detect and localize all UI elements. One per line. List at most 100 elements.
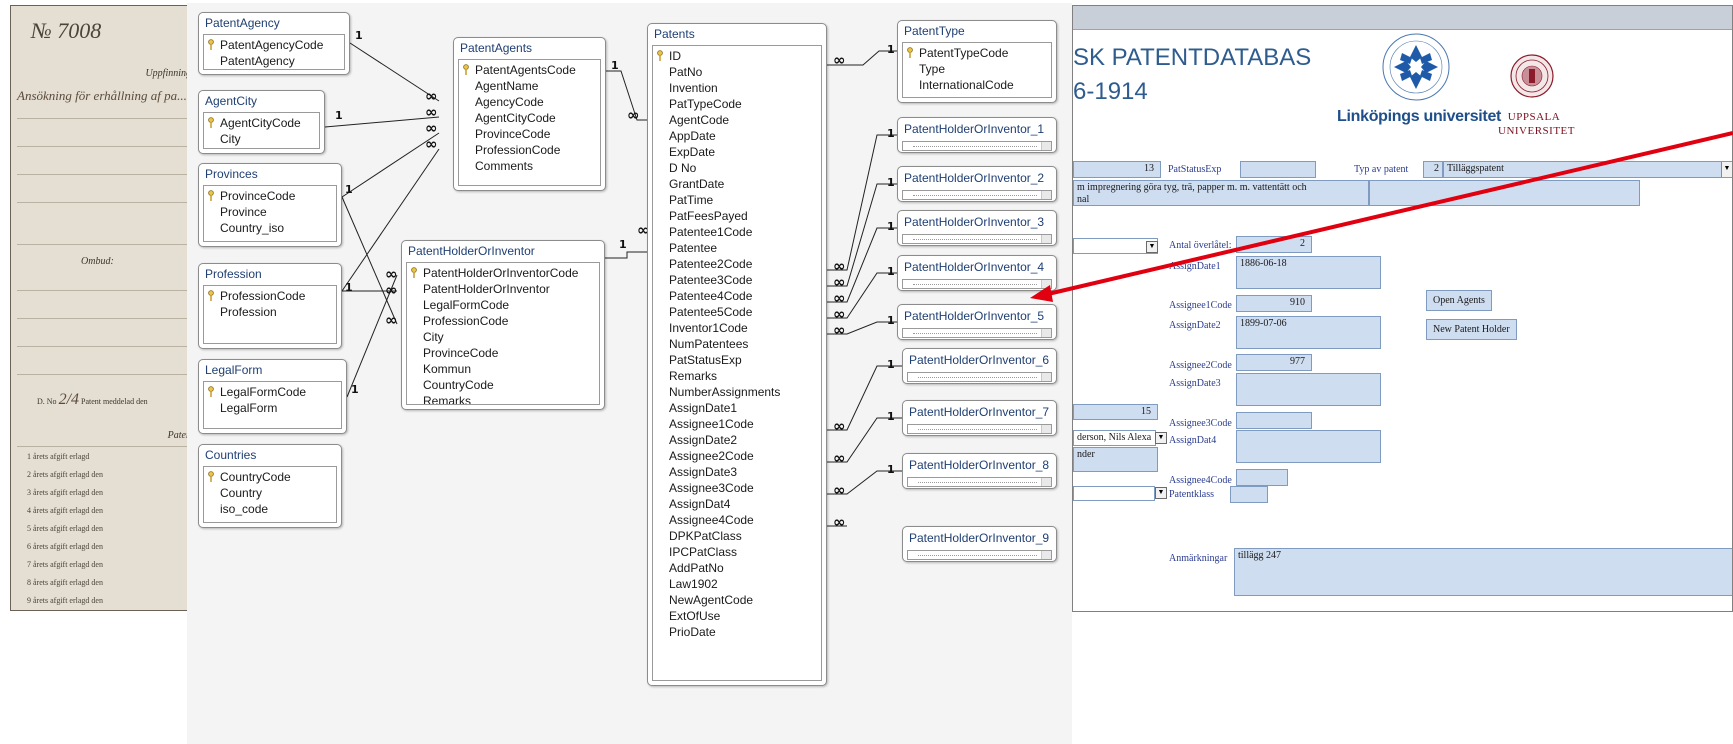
invention-field[interactable]: m impregnering göra tyg, trä, papper m. … — [1073, 180, 1369, 206]
table-field[interactable]: ProfessionCode — [204, 288, 336, 304]
table-profession[interactable]: Profession ProfessionCode Profession — [198, 263, 342, 349]
patentklass-select[interactable] — [1073, 486, 1155, 501]
vertical-scrollbar[interactable] — [1041, 425, 1051, 433]
table-field[interactable]: NumberAssignments — [653, 384, 821, 400]
table-field[interactable]: PatentHolderOrInventor — [407, 281, 599, 297]
table-field[interactable]: Assignee3Code — [653, 480, 821, 496]
table-field[interactable]: Inventor1Code — [653, 320, 821, 336]
table-holder-alias-6[interactable]: PatentHolderOrInventor_6 — [902, 348, 1057, 384]
table-field[interactable]: Type — [903, 61, 1051, 77]
table-field[interactable]: AgentCode — [653, 112, 821, 128]
pat-status-exp-field[interactable] — [1240, 161, 1316, 178]
open-agents-button[interactable]: Open Agents — [1426, 290, 1492, 311]
table-legal-form[interactable]: LegalForm LegalFormCode LegalForm — [198, 359, 347, 434]
table-field[interactable]: PatFeesPayed — [653, 208, 821, 224]
vertical-scrollbar[interactable] — [1041, 478, 1051, 486]
table-field[interactable]: LegalFormCode — [407, 297, 599, 313]
table-agent-city[interactable]: AgentCity AgentCityCode City — [198, 90, 325, 154]
assign-date1-field[interactable]: 1886-06-18 — [1236, 256, 1381, 289]
table-field[interactable]: Country_iso — [204, 220, 336, 236]
table-patent-holder-or-inventor[interactable]: PatentHolderOrInventor PatentHolderOrInv… — [401, 240, 605, 410]
table-field[interactable]: AssignDat4 — [653, 496, 821, 512]
table-field[interactable]: Patentee — [653, 240, 821, 256]
table-field[interactable]: Patentee2Code — [653, 256, 821, 272]
vertical-scrollbar[interactable] — [1041, 373, 1051, 381]
new-patent-holder-button[interactable]: New Patent Holder — [1426, 319, 1517, 340]
table-field[interactable]: PatentAgencyCode — [204, 37, 344, 53]
table-field[interactable]: AgentCityCode — [204, 115, 319, 131]
antal-overlatelser-field[interactable]: 2 — [1236, 236, 1312, 253]
assignee3-code-field[interactable] — [1236, 412, 1312, 429]
table-field[interactable]: Assignee1Code — [653, 416, 821, 432]
chevron-down-icon[interactable]: ▼ — [1155, 487, 1167, 499]
table-field[interactable]: InternationalCode — [903, 77, 1051, 93]
table-field[interactable]: AssignDate2 — [653, 432, 821, 448]
table-field[interactable]: ProfessionCode — [407, 313, 599, 329]
pat-type-code-field[interactable]: 2 — [1423, 161, 1443, 178]
table-provinces[interactable]: Provinces ProvinceCode Province Country_… — [198, 163, 342, 247]
table-field[interactable]: PatStatusExp — [653, 352, 821, 368]
table-field[interactable]: Patentee3Code — [653, 272, 821, 288]
chevron-down-icon[interactable]: ▼ — [1155, 432, 1167, 444]
table-field[interactable]: PatentHolderOrInventorCode — [407, 265, 599, 281]
table-field[interactable]: CountryCode — [407, 377, 599, 393]
vertical-scrollbar[interactable] — [1041, 280, 1051, 288]
table-field[interactable]: AgencyCode — [459, 94, 600, 110]
vertical-scrollbar[interactable] — [1041, 329, 1051, 337]
assign-date2-field[interactable]: 1899-07-06 — [1236, 316, 1381, 349]
table-field[interactable]: ProvinceCode — [459, 126, 600, 142]
assign-dat4-field[interactable] — [1236, 430, 1381, 463]
assignee4-code-field[interactable] — [1236, 469, 1288, 486]
patentee-select[interactable]: derson, Nils Alexa — [1073, 430, 1156, 446]
table-field[interactable]: LegalFormCode — [204, 384, 341, 400]
table-holder-alias-9[interactable]: PatentHolderOrInventor_9 — [902, 526, 1057, 562]
table-field[interactable]: Law1902 — [653, 576, 821, 592]
anmarkningar-field[interactable]: tillägg 247 — [1234, 548, 1732, 596]
table-field[interactable]: NewAgentCode — [653, 592, 821, 608]
table-field[interactable]: ProvinceCode — [407, 345, 599, 361]
table-patent-agents[interactable]: PatentAgents PatentAgentsCode AgentName … — [453, 37, 606, 191]
table-field[interactable]: Province — [204, 204, 336, 220]
table-field[interactable]: IPCPatClass — [653, 544, 821, 560]
table-field[interactable]: Invention — [653, 80, 821, 96]
table-field[interactable]: GrantDate — [653, 176, 821, 192]
table-field[interactable]: PatentAgency — [204, 53, 344, 69]
table-field[interactable]: Patentee1Code — [653, 224, 821, 240]
invention-field-extension[interactable] — [1369, 180, 1640, 206]
table-field[interactable]: Assignee2Code — [653, 448, 821, 464]
table-patents[interactable]: Patents ID PatNo Invention PatTypeCode A… — [647, 23, 827, 686]
table-field[interactable]: PatentTypeCode — [903, 45, 1051, 61]
table-field[interactable]: LegalForm — [204, 400, 341, 416]
table-field[interactable]: CountryCode — [204, 469, 336, 485]
table-field[interactable]: DPKPatClass — [653, 528, 821, 544]
table-field[interactable]: D No — [653, 160, 821, 176]
table-field[interactable]: PrioDate — [653, 624, 821, 640]
table-field[interactable]: AppDate — [653, 128, 821, 144]
table-holder-alias-8[interactable]: PatentHolderOrInventor_8 — [902, 453, 1057, 489]
assign-date3-field[interactable] — [1236, 373, 1381, 406]
table-field[interactable]: Patentee4Code — [653, 288, 821, 304]
table-field[interactable]: iso_code — [204, 501, 336, 517]
table-holder-alias-7[interactable]: PatentHolderOrInventor_7 — [902, 400, 1057, 436]
table-field[interactable]: AgentCityCode — [459, 110, 600, 126]
table-field[interactable]: City — [407, 329, 599, 345]
table-field[interactable]: Kommun — [407, 361, 599, 377]
vertical-scrollbar[interactable] — [1041, 191, 1051, 199]
chevron-down-icon[interactable]: ▼ — [1146, 241, 1158, 253]
table-field[interactable]: ProfessionCode — [459, 142, 600, 158]
table-field[interactable]: NumPatentees — [653, 336, 821, 352]
table-field[interactable]: ID — [653, 48, 821, 64]
vertical-scrollbar[interactable] — [1041, 142, 1051, 150]
table-field[interactable]: AddPatNo — [653, 560, 821, 576]
table-holder-alias-3[interactable]: PatentHolderOrInventor_3 — [897, 210, 1057, 246]
table-field[interactable]: Country — [204, 485, 336, 501]
patentee-sub-field[interactable]: nder — [1073, 447, 1158, 472]
pat-type-select[interactable]: Tilläggspatent ▼ — [1443, 161, 1732, 178]
table-countries[interactable]: Countries CountryCode Country iso_code — [198, 444, 342, 528]
patentklass-field[interactable] — [1230, 486, 1268, 503]
table-patent-agency[interactable]: PatentAgency PatentAgencyCode PatentAgen… — [198, 12, 350, 75]
form-field-number[interactable]: 13 — [1073, 161, 1161, 178]
table-field[interactable]: Assignee4Code — [653, 512, 821, 528]
table-field[interactable]: PatentAgentsCode — [459, 62, 600, 78]
table-holder-alias-2[interactable]: PatentHolderOrInventor_2 — [897, 166, 1057, 202]
